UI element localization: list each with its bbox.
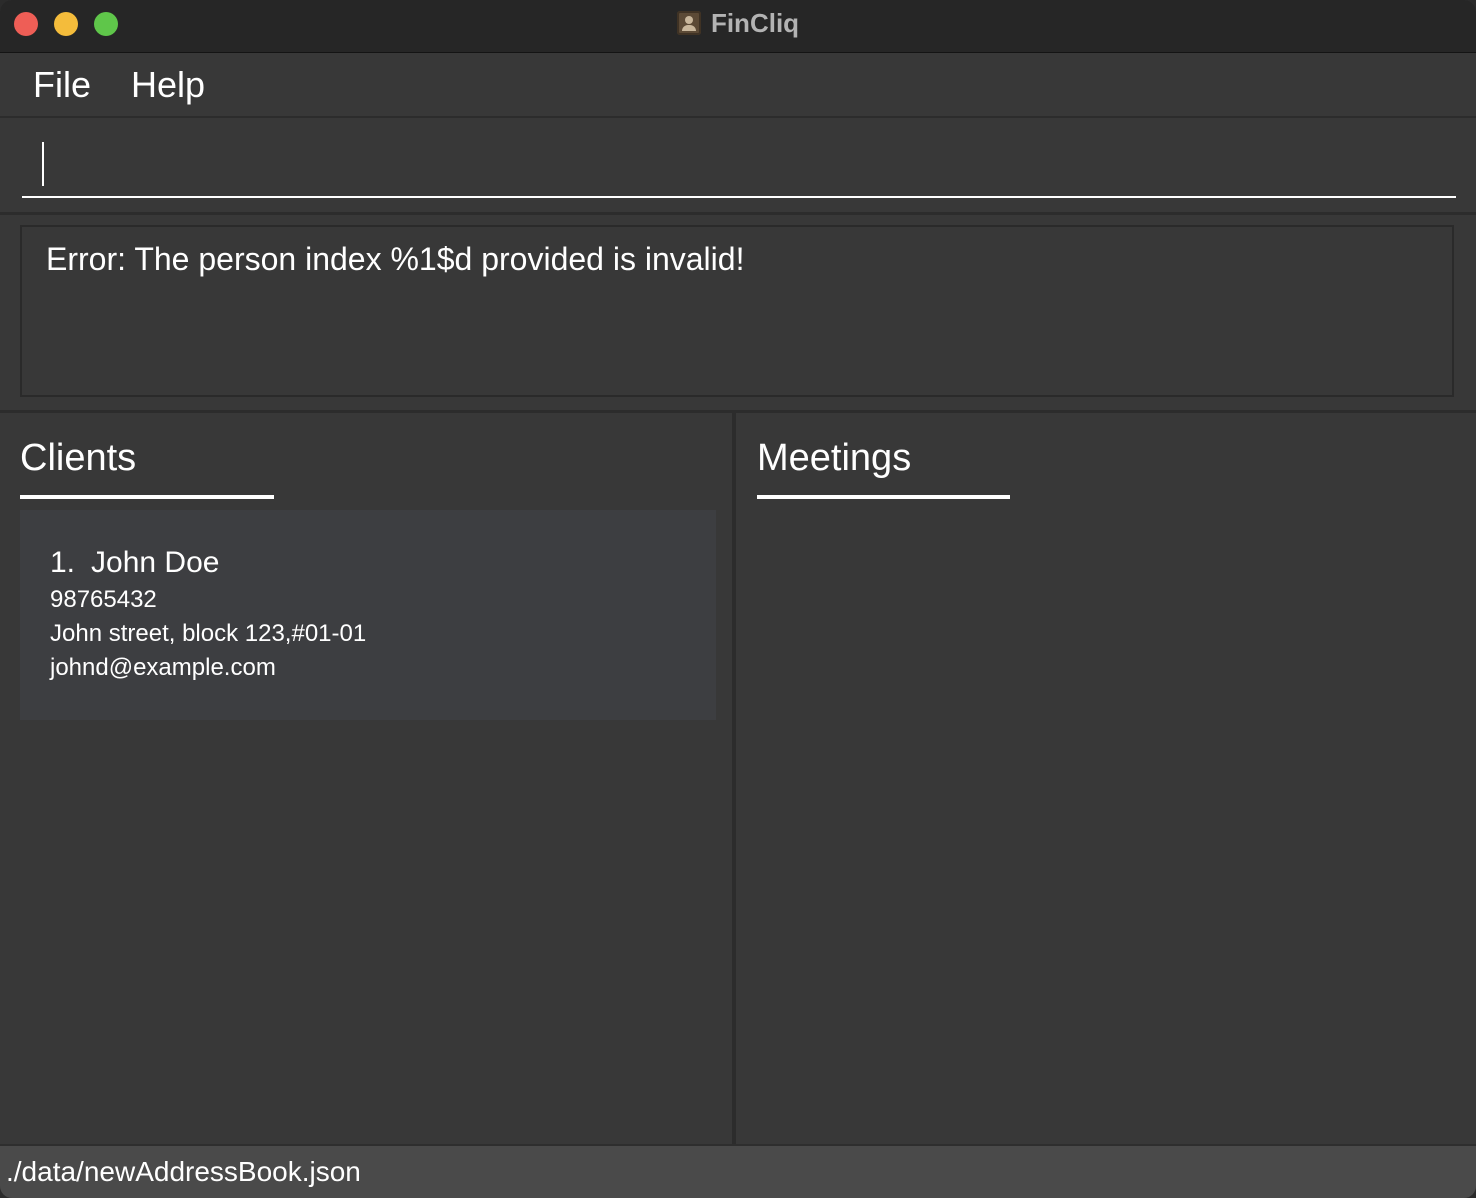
result-display: Error: The person index %1$d provided is… bbox=[0, 215, 1476, 413]
clients-title-underline bbox=[20, 495, 274, 499]
clients-panel: Clients 1. John Doe 98765432 John street… bbox=[0, 413, 736, 1144]
status-bar: ./data/newAddressBook.json bbox=[0, 1144, 1476, 1198]
result-message: Error: The person index %1$d provided is… bbox=[20, 225, 1454, 397]
save-location: ./data/newAddressBook.json bbox=[6, 1156, 361, 1187]
client-phone: 98765432 bbox=[50, 586, 157, 613]
clients-panel-title: Clients bbox=[20, 437, 137, 479]
title-bar: FinCliq bbox=[0, 0, 1476, 53]
menu-help[interactable]: Help bbox=[111, 64, 225, 106]
client-name: John Doe bbox=[91, 546, 220, 579]
window-title: FinCliq bbox=[710, 7, 800, 38]
window-title-group: FinCliq bbox=[0, 0, 1476, 46]
command-box bbox=[0, 118, 1476, 215]
meetings-panel-title: Meetings bbox=[757, 437, 912, 479]
panels: Clients 1. John Doe 98765432 John street… bbox=[0, 413, 1476, 1144]
client-card[interactable]: 1. John Doe 98765432 John street, block … bbox=[20, 510, 716, 720]
text-caret bbox=[42, 142, 44, 186]
client-index: 1. bbox=[50, 546, 76, 579]
command-input[interactable] bbox=[22, 130, 1456, 198]
meetings-panel: Meetings bbox=[736, 413, 1476, 1144]
contact-card-icon bbox=[676, 11, 701, 35]
menu-file[interactable]: File bbox=[0, 64, 111, 106]
meetings-title-underline bbox=[757, 495, 1010, 499]
client-name-row: 1. John Doe bbox=[50, 546, 219, 580]
client-email: johnd@example.com bbox=[50, 654, 276, 681]
app-window: FinCliq File Help Error: The person inde… bbox=[0, 0, 1476, 1198]
client-address: John street, block 123,#01-01 bbox=[50, 620, 367, 647]
menu-bar: File Help bbox=[0, 53, 1476, 118]
